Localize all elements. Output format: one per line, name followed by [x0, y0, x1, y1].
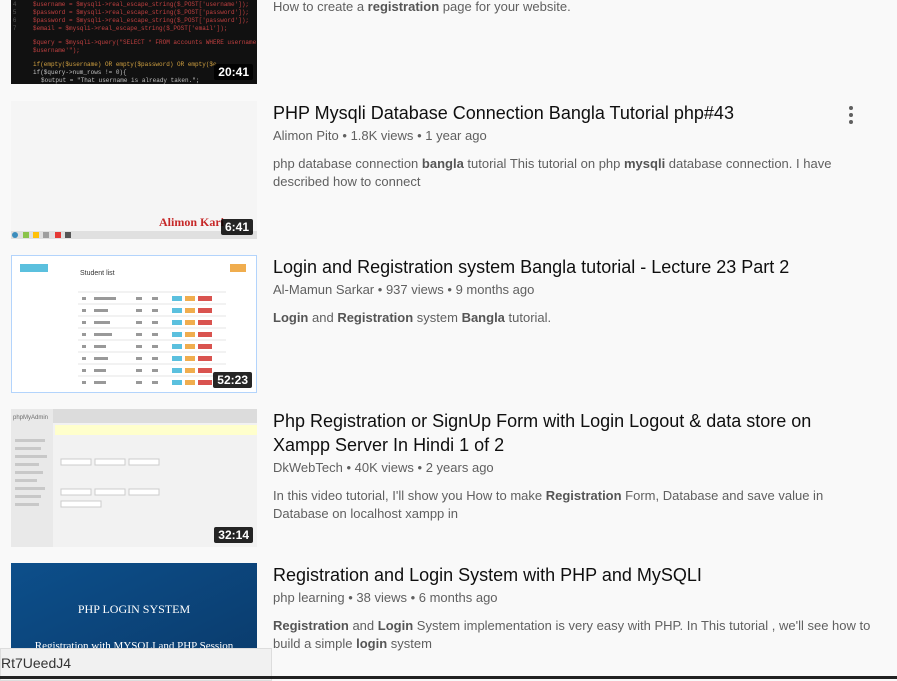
highlighted-keyword: Registration: [545, 488, 622, 503]
highlighted-keyword: login: [356, 636, 388, 651]
channel-name[interactable]: php learning: [273, 590, 345, 605]
video-thumbnail[interactable]: Student list 52:23: [11, 255, 257, 393]
description-text: php database connection: [273, 156, 422, 171]
view-count: 40K views: [354, 460, 414, 475]
video-duration: 52:23: [213, 372, 252, 388]
highlighted-keyword: mysqli: [624, 156, 666, 171]
view-count: 1.8K views: [350, 128, 414, 143]
svg-text:PHP LOGIN SYSTEM: PHP LOGIN SYSTEM: [78, 602, 191, 616]
thumbnail-image: Alimon Kari: [11, 101, 257, 239]
view-count: 937 views: [385, 282, 444, 297]
channel-name[interactable]: Al-Mamun Sarkar: [273, 282, 374, 297]
description-text: and: [348, 618, 378, 633]
video-metadata: php learning • 38 views • 6 months ago: [273, 590, 498, 605]
video-duration: 20:41: [214, 64, 253, 80]
description-text: system: [387, 636, 432, 651]
svg-text:$output = "That username is al: $output = "That username is already take…: [41, 77, 199, 84]
svg-text:$username'");: $username'");: [33, 47, 80, 54]
description-text: tutorial This tutorial on php: [463, 156, 624, 171]
more-actions-icon[interactable]: [841, 103, 861, 127]
description-text: page for your website.: [439, 0, 571, 14]
svg-text:$query = $mysqli->query("SELEC: $query = $mysqli->query("SELECT * FROM a…: [33, 39, 257, 46]
upload-age: 1 year ago: [425, 128, 487, 143]
svg-text:$password = $mysqli->real_esca: $password = $mysqli->real_escape_string(…: [33, 17, 249, 24]
svg-text:$username = $mysqli->real_esca: $username = $mysqli->real_escape_string(…: [33, 1, 249, 8]
description-text: How to create a: [273, 0, 368, 14]
highlighted-keyword: Registration: [337, 310, 414, 325]
svg-text:if($query->num_rows != 0){: if($query->num_rows != 0){: [33, 69, 127, 76]
channel-name[interactable]: DkWebTech: [273, 460, 343, 475]
highlighted-keyword: Registration: [273, 618, 349, 633]
video-metadata: DkWebTech • 40K views • 2 years ago: [273, 460, 494, 475]
highlighted-keyword: Bangla: [461, 310, 505, 325]
channel-name[interactable]: Alimon Pito: [273, 128, 339, 143]
video-description: php database connection bangla tutorial …: [273, 155, 873, 191]
svg-text:phpMyAdmin: phpMyAdmin: [13, 415, 48, 421]
video-duration: 6:41: [220, 219, 253, 235]
svg-text:$password = $mysqli->real_esca: $password = $mysqli->real_escape_string(…: [33, 9, 249, 16]
video-description: How to create a registration page for yo…: [273, 0, 873, 16]
highlighted-keyword: registration: [367, 0, 440, 14]
description-text: system: [413, 310, 462, 325]
video-duration: 32:14: [214, 527, 253, 543]
video-metadata: Alimon Pito • 1.8K views • 1 year ago: [273, 128, 487, 143]
video-description: Login and Registration system Bangla tut…: [273, 309, 873, 327]
video-title[interactable]: PHP Mysqli Database Connection Bangla Tu…: [273, 101, 873, 125]
highlighted-keyword: Login: [273, 310, 309, 325]
video-thumbnail[interactable]: phpMyAdmin 32:14: [11, 409, 257, 547]
svg-text:if(empty($username) OR empty($: if(empty($username) OR empty($password) …: [33, 61, 217, 68]
upload-age: 6 months ago: [418, 590, 498, 605]
highlighted-keyword: Login: [377, 618, 414, 633]
video-title[interactable]: Php Registration or SignUp Form with Log…: [273, 409, 873, 457]
view-count: 38 views: [356, 590, 407, 605]
video-title[interactable]: Login and Registration system Bangla tut…: [273, 255, 873, 279]
upload-age: 9 months ago: [455, 282, 535, 297]
upload-age: 2 years ago: [425, 460, 494, 475]
highlighted-keyword: bangla: [421, 156, 464, 171]
video-thumbnail[interactable]: $username = $mysqli->real_escape_string(…: [11, 0, 257, 84]
video-description: Registration and Login System implementa…: [273, 617, 873, 653]
description-text: and: [308, 310, 338, 325]
video-description: In this video tutorial, I'll show you Ho…: [273, 487, 873, 523]
svg-text:Student list: Student list: [80, 270, 115, 277]
description-text: tutorial.: [504, 310, 552, 325]
video-title[interactable]: Registration and Login System with PHP a…: [273, 563, 873, 587]
svg-text:$email = $mysqli->real_escape_: $email = $mysqli->real_escape_string($_P…: [33, 25, 227, 32]
svg-text:Alimon Kari: Alimon Kari: [159, 215, 225, 229]
video-metadata: Al-Mamun Sarkar • 937 views • 9 months a…: [273, 282, 535, 297]
description-text: In this video tutorial, I'll show you Ho…: [273, 488, 546, 503]
video-thumbnail[interactable]: Alimon Kari 6:41: [11, 101, 257, 239]
